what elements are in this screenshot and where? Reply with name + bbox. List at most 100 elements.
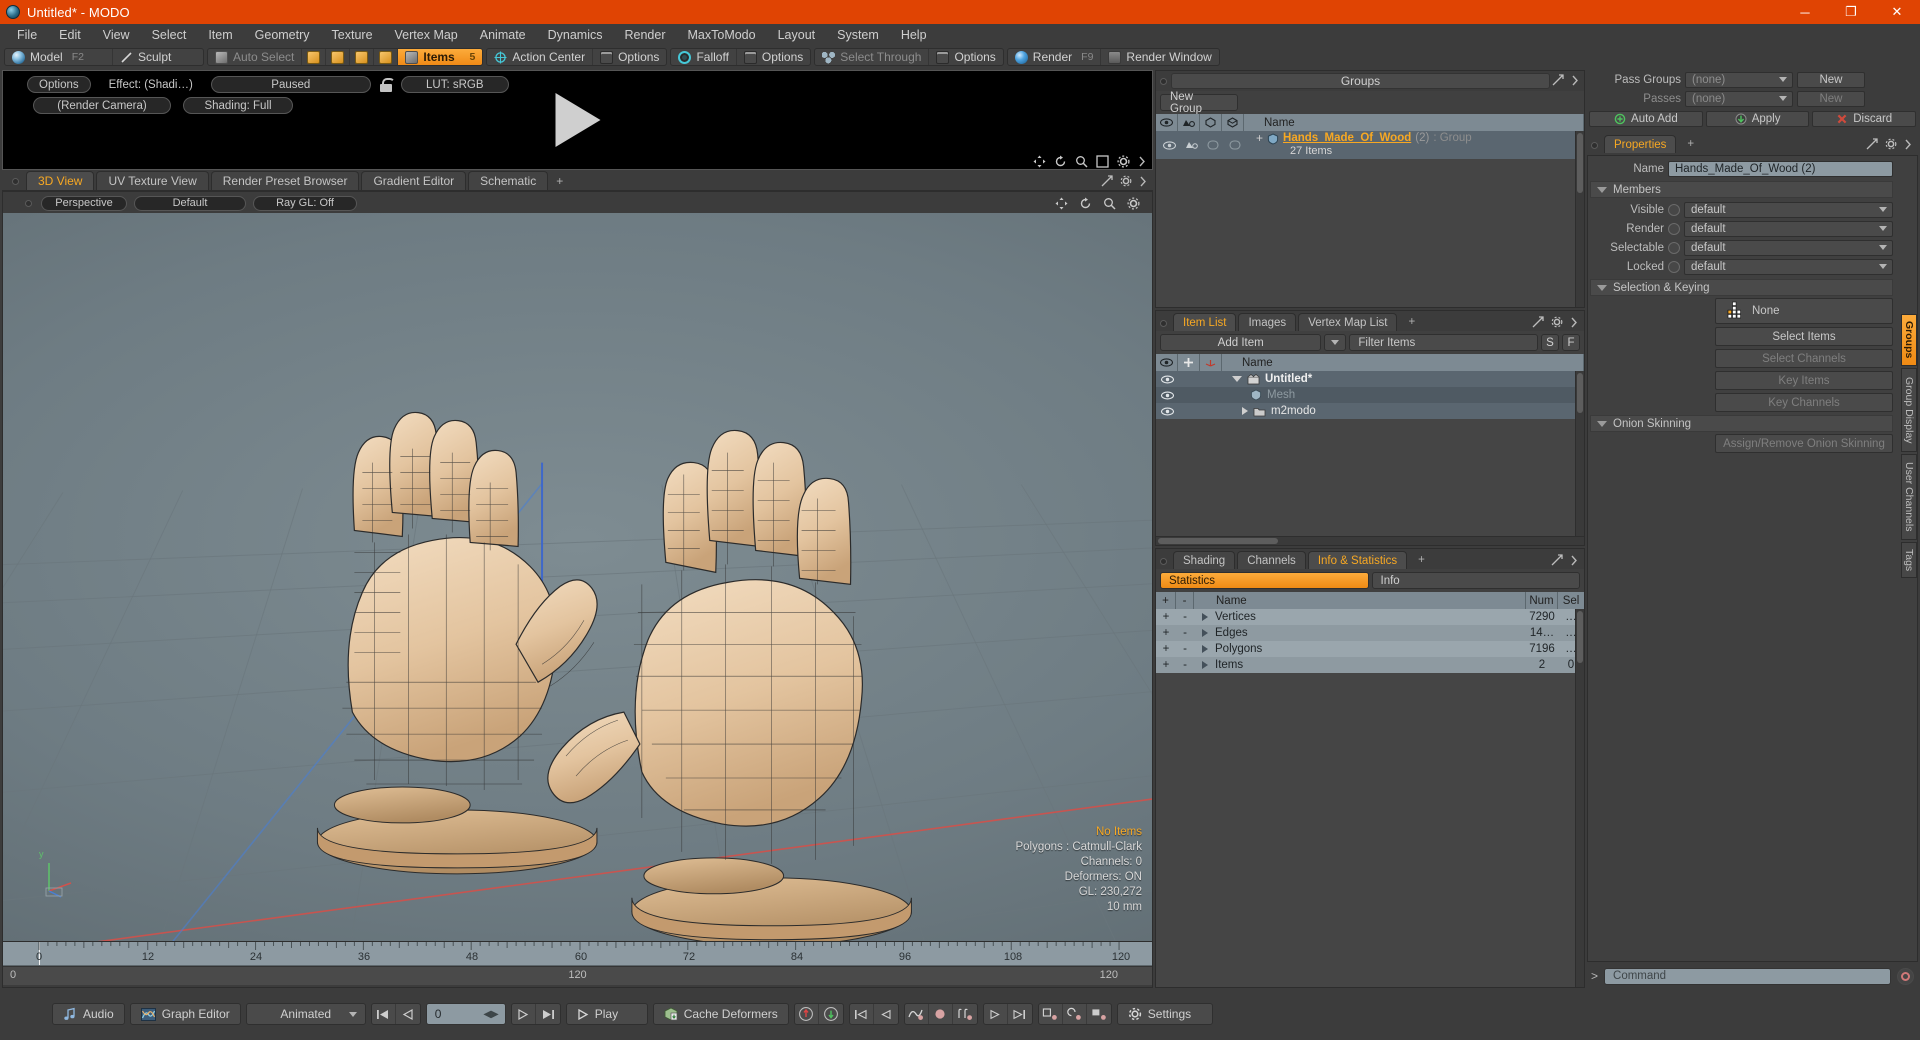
chevron-right-icon[interactable] xyxy=(1571,75,1579,86)
selection-set-field[interactable]: None xyxy=(1715,298,1893,324)
zoom-icon[interactable] xyxy=(1103,197,1116,210)
go-to-end-button[interactable] xyxy=(536,1004,560,1024)
menu-item-help[interactable]: Help xyxy=(890,26,938,44)
key-channels-button[interactable]: Key Channels xyxy=(1715,393,1893,412)
stats-scrollbar-vertical[interactable] xyxy=(1575,609,1584,987)
name-field[interactable]: Hands_Made_Of_Wood (2) xyxy=(1668,160,1893,177)
row-eye-icon[interactable] xyxy=(1160,407,1174,416)
select-channels-button[interactable]: Select Channels xyxy=(1715,349,1893,368)
expand-icon[interactable] xyxy=(1532,316,1544,328)
zoom-icon[interactable] xyxy=(1075,155,1088,168)
command-input[interactable]: Command xyxy=(1604,967,1891,985)
add-item-dropdown[interactable] xyxy=(1324,334,1347,351)
menu-item-edit[interactable]: Edit xyxy=(48,26,92,44)
preview-camera-button[interactable]: (Render Camera) xyxy=(33,97,171,114)
render-radio[interactable] xyxy=(1668,222,1680,235)
tab-gradient-editor[interactable]: Gradient Editor xyxy=(361,171,467,190)
menu-item-file[interactable]: File xyxy=(6,26,48,44)
end-key-button[interactable] xyxy=(1008,1004,1032,1024)
filter-f-button[interactable]: F xyxy=(1562,334,1580,351)
mode-button-model[interactable]: Model F2 xyxy=(5,49,113,65)
polygon-mode-button[interactable] xyxy=(350,49,375,65)
table-row[interactable]: + - Items 2 0 xyxy=(1156,657,1584,673)
group-name-label[interactable]: Hands_Made_Of_Wood xyxy=(1283,132,1411,145)
key-down-button[interactable] xyxy=(819,1004,843,1024)
column-lock-icon[interactable] xyxy=(1222,114,1244,131)
expand-icon[interactable] xyxy=(1551,554,1563,566)
select-through-button[interactable]: Select Through xyxy=(815,49,930,65)
locked-dropdown[interactable]: default xyxy=(1684,258,1893,275)
step-back-button[interactable] xyxy=(396,1004,420,1024)
panel-menu-dot-icon[interactable] xyxy=(1160,77,1167,85)
column-eye-icon[interactable] xyxy=(1156,114,1178,131)
side-tab-tags[interactable]: Tags xyxy=(1901,542,1917,578)
close-button[interactable]: ✕ xyxy=(1874,0,1920,24)
gear-icon[interactable] xyxy=(1551,316,1563,328)
render-dropdown[interactable]: default xyxy=(1684,220,1893,237)
table-row[interactable]: + - Edges 14… … xyxy=(1156,625,1584,641)
row-select-toggle[interactable] xyxy=(1207,140,1219,150)
subtab-info[interactable]: Info xyxy=(1371,572,1580,589)
select-items-button[interactable]: Select Items xyxy=(1715,327,1893,346)
list-item[interactable]: m2modo xyxy=(1156,403,1584,419)
timeline[interactable]: 0 12 24 36 48 60 72 84 96 108 120 0 120 … xyxy=(2,942,1153,988)
offset-key-button[interactable] xyxy=(1087,1004,1111,1024)
tab-add-button[interactable]: + xyxy=(1399,313,1424,331)
chevron-right-icon[interactable] xyxy=(1139,176,1147,187)
row-plus-button[interactable]: + xyxy=(1156,627,1176,639)
item-name-mesh[interactable]: Mesh xyxy=(1267,389,1295,401)
column-minus-label[interactable]: - xyxy=(1176,592,1194,609)
tab-info-statistics[interactable]: Info & Statistics xyxy=(1307,551,1408,569)
preview-options-button[interactable]: Options xyxy=(27,76,91,93)
items-mode-button[interactable]: Items 5 xyxy=(398,49,483,65)
step-forward-button[interactable] xyxy=(512,1004,536,1024)
row-plus-button[interactable]: + xyxy=(1156,643,1176,655)
viewport-menu-dot-icon[interactable] xyxy=(25,199,32,207)
tab-vertex-map-list[interactable]: Vertex Map List xyxy=(1298,313,1398,331)
locked-radio[interactable] xyxy=(1668,260,1680,273)
menu-item-select[interactable]: Select xyxy=(141,26,198,44)
tab-3d-view[interactable]: 3D View xyxy=(26,171,95,190)
viewport-style-button[interactable]: Default xyxy=(134,195,246,211)
onion-skinning-section-header[interactable]: Onion Skinning xyxy=(1590,415,1893,432)
disclosure-triangle-icon[interactable] xyxy=(1232,376,1242,382)
chevron-right-icon[interactable] xyxy=(1570,555,1578,566)
row-minus-button[interactable]: - xyxy=(1176,643,1194,655)
row-plus-button[interactable]: + xyxy=(1156,611,1176,623)
edge-mode-button[interactable] xyxy=(326,49,351,65)
pass-groups-new-button[interactable]: New xyxy=(1797,71,1865,88)
tab-add-button[interactable]: + xyxy=(1409,551,1434,569)
menu-item-layout[interactable]: Layout xyxy=(767,26,827,44)
viewport-canvas[interactable]: No Items Polygons : Catmull-Clark Channe… xyxy=(3,213,1152,941)
gear-icon[interactable] xyxy=(1127,196,1140,210)
material-mode-button[interactable] xyxy=(374,49,399,65)
table-row[interactable]: + - Vertices 7290 … xyxy=(1156,609,1584,625)
column-render-icon[interactable] xyxy=(1178,114,1200,131)
groups-list-body[interactable]: + Hands_Made_Of_Wood (2) : Group 27 Item… xyxy=(1156,131,1584,307)
expand-icon[interactable] xyxy=(1552,74,1564,86)
menu-item-maxtomodo[interactable]: MaxToModo xyxy=(677,26,767,44)
panel-menu-dot-icon[interactable] xyxy=(1591,142,1598,149)
menu-item-dynamics[interactable]: Dynamics xyxy=(537,26,614,44)
timeline-ruler[interactable]: 0 12 24 36 48 60 72 84 96 108 120 xyxy=(3,942,1152,966)
chevron-right-icon[interactable] xyxy=(1570,317,1578,328)
prev-key-button[interactable] xyxy=(850,1004,874,1024)
row-lock-toggle[interactable] xyxy=(1229,140,1241,150)
selection-keying-section-header[interactable]: Selection & Keying xyxy=(1590,279,1893,296)
timeline-range-bar[interactable]: 0 120 120 xyxy=(3,966,1152,985)
move-icon[interactable] xyxy=(1055,197,1068,210)
row-minus-button[interactable]: - xyxy=(1176,627,1194,639)
side-tab-user-channels[interactable]: User Channels xyxy=(1901,454,1917,540)
key-items-button[interactable]: Key Items xyxy=(1715,371,1893,390)
maximize-button[interactable]: ❐ xyxy=(1828,0,1874,24)
rotate-icon[interactable] xyxy=(1079,197,1092,210)
item-list-body[interactable]: Untitled* Mesh m2modo xyxy=(1156,371,1584,536)
column-plus-label[interactable]: + xyxy=(1156,592,1176,609)
tab-shading[interactable]: Shading xyxy=(1173,551,1236,569)
cache-deformers-button[interactable]: Cache Deformers xyxy=(652,1003,789,1025)
filter-items-input[interactable]: Filter Items xyxy=(1349,334,1538,351)
groups-scrollbar-vertical[interactable] xyxy=(1575,131,1584,307)
chevron-right-icon[interactable] xyxy=(1138,156,1146,167)
tab-channels[interactable]: Channels xyxy=(1237,551,1306,569)
settings-button[interactable]: Settings xyxy=(1116,1003,1213,1025)
